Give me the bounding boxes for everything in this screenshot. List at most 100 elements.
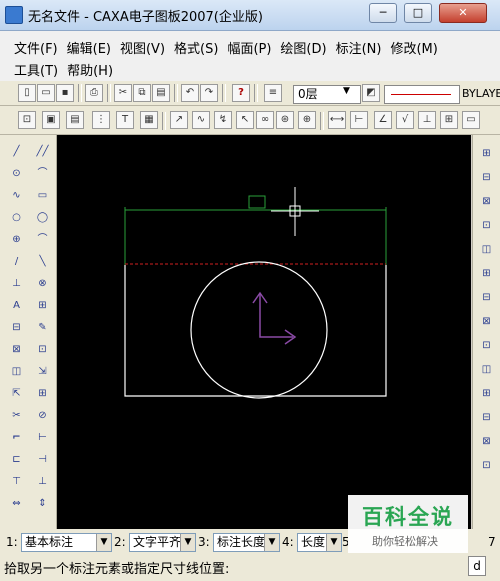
drawing-canvas[interactable] [57,135,471,529]
view-next-icon[interactable]: ⊟ [478,289,495,306]
copy-tool-icon[interactable]: ▭ [34,187,51,204]
dropdown-arrow-icon[interactable]: ▼ [180,534,195,551]
ellipse-tool-icon[interactable]: ⊥ [8,275,25,292]
table-icon[interactable]: ▦ [140,111,158,129]
erase-tool-icon[interactable]: ╱╱ [34,143,51,160]
arrow-icon[interactable]: ↗ [170,111,188,129]
new-file-icon[interactable]: ▯ [18,84,36,102]
menu-help[interactable]: 帮助(H) [67,64,113,79]
leader-icon[interactable]: ↖ [236,111,254,129]
fillet-tool-icon[interactable]: ✎ [34,319,51,336]
dropdown-arrow-icon[interactable]: ▼ [96,534,111,551]
insert-tool-icon[interactable]: ⊤ [8,473,25,490]
roughness-icon[interactable]: √ [396,111,414,129]
menu-draw[interactable]: 绘图(D) [280,42,326,57]
rotate-tool-icon[interactable]: ⌒ [34,231,51,248]
dimension-icon[interactable]: ⟷ [328,111,346,129]
dropdown-arrow-icon[interactable]: ▼ [326,534,341,551]
frame-icon[interactable]: ▣ [42,111,60,129]
align-tool-icon[interactable]: ⊣ [34,451,51,468]
break-tool-icon[interactable]: ⇲ [34,363,51,380]
menu-sheet[interactable]: 幅面(P) [227,42,271,57]
parts-list-icon[interactable]: ⋮ [92,111,110,129]
line-tool-icon[interactable]: ╱ [8,143,25,160]
save-icon[interactable]: ▪ [56,84,74,102]
stretch-tool-icon[interactable]: ⊞ [34,385,51,402]
measure-tool-icon[interactable]: ⊥ [34,473,51,490]
mirror-tool-icon[interactable]: ◯ [34,209,51,226]
open-file-icon[interactable]: ▭ [37,84,55,102]
query-area-icon[interactable]: ⊡ [478,457,495,474]
line-style-select[interactable] [384,85,460,104]
weld-icon[interactable]: ⊕ [298,111,316,129]
symbol-icon[interactable]: ⊛ [276,111,294,129]
layer-select[interactable]: 0层 [293,85,361,104]
annotation-icon[interactable]: ▭ [462,111,480,129]
view-zoom-icon[interactable]: ⊟ [478,169,495,186]
cut-icon[interactable]: ✂ [114,84,132,102]
explode-tool-icon[interactable]: ⊢ [34,429,51,446]
option-4-select[interactable]: 长度 ▼ [297,533,342,552]
chain-icon[interactable]: ∞ [256,111,274,129]
centerline-tool-icon[interactable]: ⊠ [8,341,25,358]
view-redraw-icon[interactable]: ⊞ [478,145,495,162]
parallel-tool-icon[interactable]: ⊙ [8,165,25,182]
print-icon[interactable]: ⎙ [85,84,103,102]
minimize-button[interactable]: ─ [369,3,397,23]
help-icon[interactable]: ? [232,84,250,102]
scale-tool-icon[interactable]: ⊗ [34,275,51,292]
break-line-icon[interactable]: ↯ [214,111,232,129]
dropdown-arrow-icon[interactable]: ▼ [264,534,279,551]
linetype-value[interactable]: BYLAYER [462,85,500,102]
equidistant-tool-icon[interactable]: ◫ [8,363,25,380]
wave-icon[interactable]: ∿ [192,111,210,129]
dim-v-tool-icon[interactable]: ⇕ [34,495,51,512]
close-button[interactable]: ✕ [439,3,487,23]
block-tool-icon[interactable]: ⊏ [8,451,25,468]
view-window-icon[interactable]: ⊠ [478,193,495,210]
view-in-icon[interactable]: ⊠ [478,313,495,330]
point-tool-icon[interactable]: ✂ [8,407,25,424]
maximize-button[interactable]: □ [404,3,432,23]
layer-dropdown-arrow-icon[interactable]: ▼ [343,86,350,96]
option-2-select[interactable]: 文字平齐 ▼ [129,533,196,552]
chamfer-dim-icon[interactable]: ∠ [374,111,392,129]
polyline-tool-icon[interactable]: / [8,253,25,270]
array-tool-icon[interactable]: ╲ [34,253,51,270]
layer-manager-icon[interactable]: ≡ [264,84,282,102]
sheet-icon[interactable]: ⊡ [18,111,36,129]
view-pan-icon[interactable]: ⊡ [478,217,495,234]
redo-icon[interactable]: ↷ [200,84,218,102]
query-point-icon[interactable]: ⊞ [478,385,495,402]
title-block-icon[interactable]: ▤ [66,111,84,129]
view-all-icon[interactable]: ◫ [478,241,495,258]
option-1-select[interactable]: 基本标注 ▼ [21,533,112,552]
rectangle-tool-icon[interactable]: A [8,297,25,314]
text-icon[interactable]: T [116,111,134,129]
coordinate-dim-icon[interactable]: ⊢ [350,111,368,129]
chamfer-tool-icon[interactable]: ⊘ [34,407,51,424]
menu-view[interactable]: 视图(V) [120,42,165,57]
view-dynamic-icon[interactable]: ◫ [478,361,495,378]
circle-tool-icon[interactable]: ∿ [8,187,25,204]
command-input[interactable]: d [468,556,486,576]
view-prev-icon[interactable]: ⊞ [478,265,495,282]
menu-modify[interactable]: 修改(M) [390,42,437,57]
hatch-tool-icon[interactable]: ⇱ [8,385,25,402]
copy-icon[interactable]: ⧉ [133,84,151,102]
trim-tool-icon[interactable]: ⊞ [34,297,51,314]
query-distance-icon[interactable]: ⊟ [478,409,495,426]
menu-format[interactable]: 格式(S) [174,42,218,57]
query-angle-icon[interactable]: ⊠ [478,433,495,450]
dim-h-tool-icon[interactable]: ⇔ [8,495,25,512]
arc-tool-icon[interactable]: ○ [8,209,25,226]
menu-file[interactable]: 文件(F) [14,42,58,57]
text-tool-icon[interactable]: ⌐ [8,429,25,446]
paste-icon[interactable]: ▤ [152,84,170,102]
menu-dimension[interactable]: 标注(N) [336,42,382,57]
spline-tool-icon[interactable]: ⊕ [8,231,25,248]
undo-icon[interactable]: ↶ [181,84,199,102]
menu-tools[interactable]: 工具(T) [14,64,58,79]
view-out-icon[interactable]: ⊡ [478,337,495,354]
option-3-select[interactable]: 标注长度 ▼ [213,533,280,552]
